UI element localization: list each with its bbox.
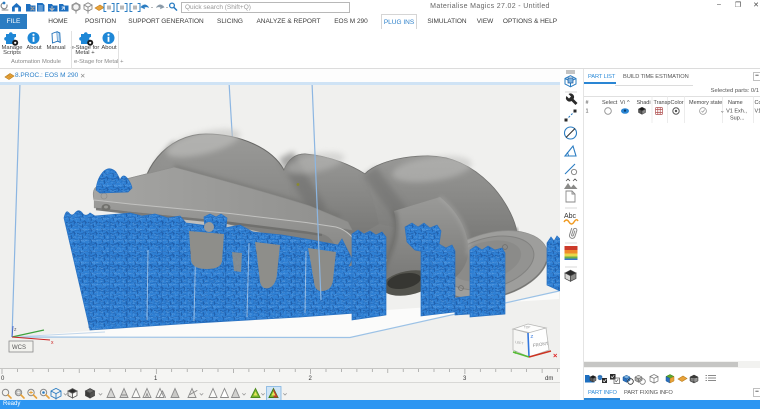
svg-text:Vi: Vi <box>620 100 625 106</box>
svg-text:Select: Select <box>602 100 618 106</box>
svg-text:WCS: WCS <box>12 345 26 351</box>
svg-text:#: # <box>586 100 590 106</box>
svg-text:×: × <box>553 351 558 360</box>
svg-text:Abc: Abc <box>564 213 577 220</box>
svg-text:Sup...: Sup... <box>730 116 745 122</box>
svg-text:Memory state: Memory state <box>689 100 722 106</box>
svg-text:Color: Color <box>671 100 684 106</box>
svg-text:Shadi: Shadi <box>637 100 651 106</box>
svg-text:Z: Z <box>531 334 534 339</box>
svg-text:TOP: TOP <box>524 325 531 329</box>
svg-text:1: 1 <box>586 109 589 115</box>
svg-text:V1: V1 <box>755 109 760 115</box>
svg-text:Co: Co <box>755 100 760 106</box>
svg-text:Transp: Transp <box>654 100 671 106</box>
svg-text:z: z <box>14 327 17 333</box>
svg-text:^: ^ <box>627 100 630 106</box>
svg-text:x: x <box>51 340 54 346</box>
svg-text:Name: Name <box>728 100 743 106</box>
svg-text:⌄ V1 Exh.,: ⌄ V1 Exh., <box>720 109 747 115</box>
